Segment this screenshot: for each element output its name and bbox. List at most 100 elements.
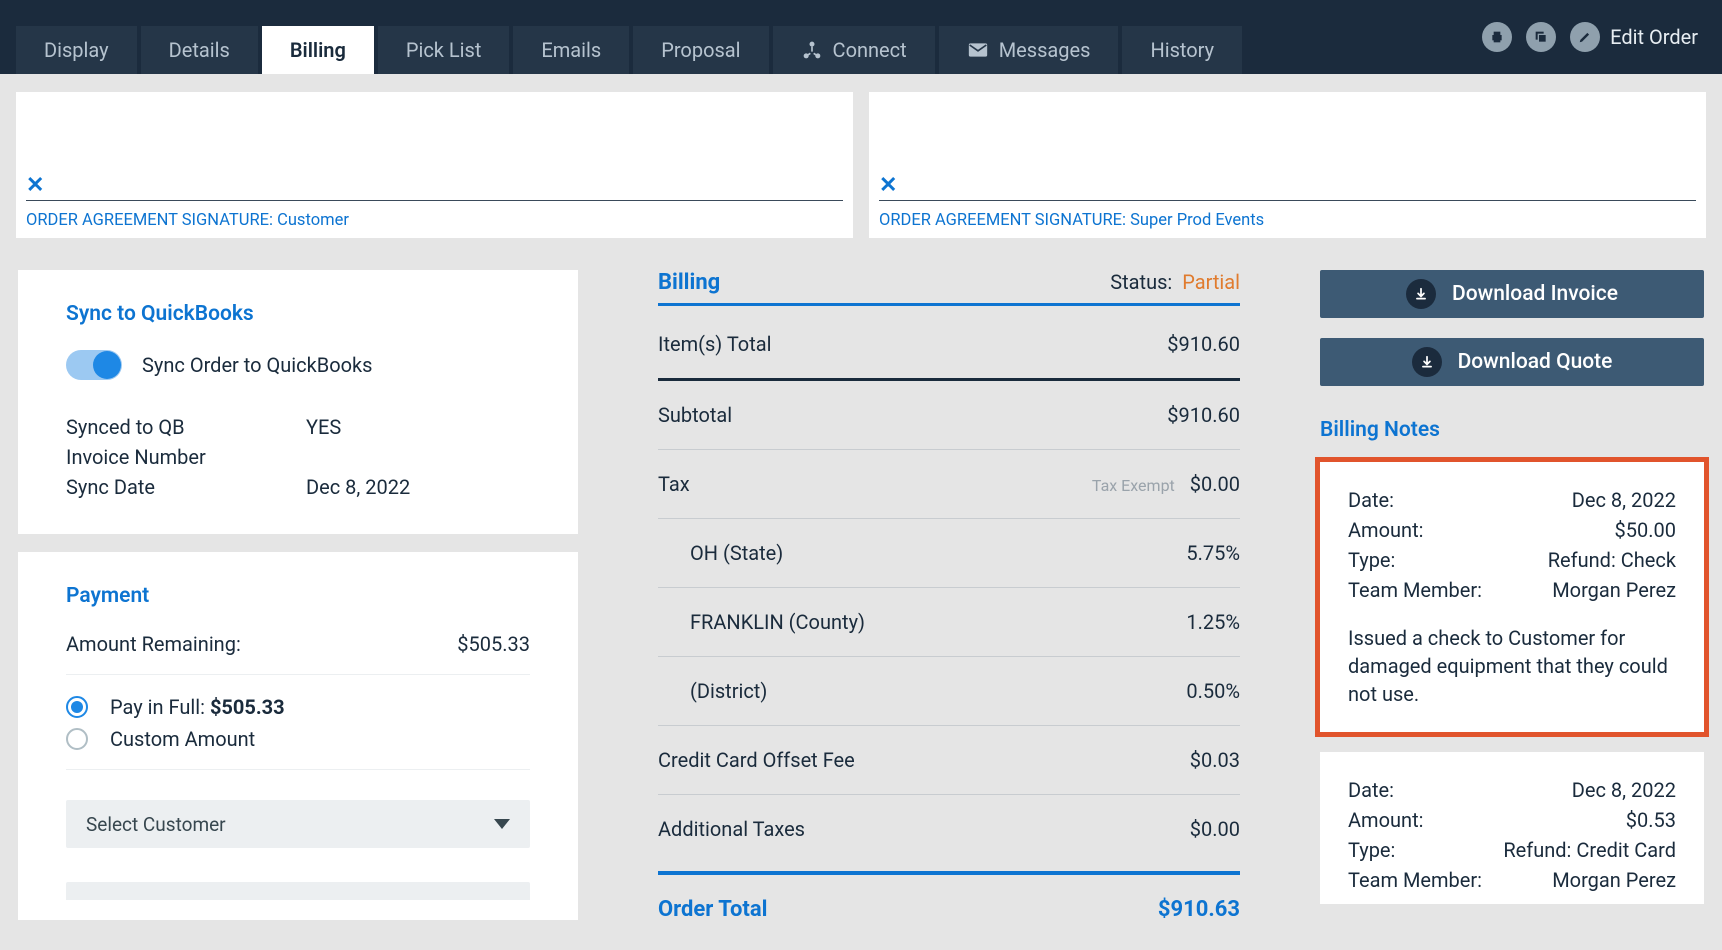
note-amount: $0.53 (1626, 806, 1676, 834)
tax-label: Tax (658, 472, 690, 496)
note-date: Dec 8, 2022 (1572, 486, 1676, 514)
note-teammember: Morgan Perez (1552, 866, 1676, 894)
sync-toggle[interactable] (66, 350, 122, 380)
pay-in-full-amount: $505.33 (210, 695, 285, 719)
tab-label: Messages (999, 38, 1091, 62)
left-column: Sync to QuickBooks Sync Order to QuickBo… (18, 270, 578, 922)
tax-oh-state-pct: 5.75% (1186, 541, 1240, 565)
invoice-number-label: Invoice Number (66, 442, 306, 472)
billing-notes-title: Billing Notes (1320, 418, 1704, 442)
billing-summary: Billing Status: Partial Item(s) Total $9… (658, 270, 1240, 922)
signature-x-icon: ✕ (879, 173, 897, 198)
tab-connect[interactable]: Connect (773, 26, 935, 74)
tax-franklin-pct: 1.25% (1186, 610, 1240, 634)
main-grid: Sync to QuickBooks Sync Order to QuickBo… (16, 270, 1706, 922)
tab-billing[interactable]: Billing (262, 26, 374, 74)
payment-title: Payment (66, 584, 530, 608)
note-type-label: Type: (1348, 546, 1395, 574)
sync-toggle-label: Sync Order to QuickBooks (142, 353, 373, 377)
download-invoice-button[interactable]: Download Invoice (1320, 270, 1704, 318)
tab-pick-list[interactable]: Pick List (378, 26, 510, 74)
status-value: Partial (1182, 270, 1240, 294)
download-icon (1412, 347, 1442, 377)
note-teammember: Morgan Perez (1552, 576, 1676, 604)
content: ✕ ORDER AGREEMENT SIGNATURE: Customer ✕ … (0, 74, 1722, 940)
cc-offset-label: Credit Card Offset Fee (658, 748, 855, 772)
tab-label: Display (44, 38, 109, 62)
synced-to-qb-label: Synced to QB (66, 412, 306, 442)
tax-district: (District) (690, 679, 767, 703)
edit-order-label: Edit Order (1610, 25, 1698, 49)
tab-history[interactable]: History (1122, 26, 1242, 74)
note-memo: Issued a check to Customer for damaged e… (1348, 624, 1676, 708)
synced-to-qb-value: YES (306, 412, 341, 442)
signature-customer: ✕ ORDER AGREEMENT SIGNATURE: Customer (16, 92, 853, 238)
messages-icon (967, 39, 989, 61)
tab-label: Details (169, 38, 230, 62)
tax-exempt-label: Tax Exempt (1092, 476, 1175, 495)
tax-value: Tax Exempt $0.00 (1092, 472, 1240, 496)
billing-note: Date: Dec 8, 2022 Amount: $0.53 Type: Refun… (1320, 752, 1704, 904)
download-invoice-label: Download Invoice (1452, 282, 1618, 306)
signature-x-icon: ✕ (26, 173, 44, 198)
signature-label: ORDER AGREEMENT SIGNATURE: Customer (26, 211, 843, 230)
quickbooks-title: Sync to QuickBooks (66, 302, 530, 326)
right-column: Download Invoice Download Quote Billing … (1320, 270, 1704, 922)
signature-row: ✕ ORDER AGREEMENT SIGNATURE: Customer ✕ … (16, 92, 1706, 238)
signature-label: ORDER AGREEMENT SIGNATURE: Super Prod Ev… (879, 211, 1696, 230)
tab-label: History (1150, 38, 1214, 62)
duplicate-button[interactable] (1526, 22, 1556, 52)
tab-label: Billing (290, 38, 346, 62)
next-field-peek (66, 882, 530, 900)
signature-company: ✕ ORDER AGREEMENT SIGNATURE: Super Prod … (869, 92, 1706, 238)
tab-proposal[interactable]: Proposal (633, 26, 768, 74)
download-quote-label: Download Quote (1458, 350, 1613, 374)
tax-oh-state: OH (State) (690, 541, 783, 565)
note-date: Dec 8, 2022 (1572, 776, 1676, 804)
pencil-icon (1578, 30, 1592, 44)
download-icon (1406, 279, 1436, 309)
tab-details[interactable]: Details (141, 26, 258, 74)
subtotal-label: Subtotal (658, 403, 732, 427)
note-amount: $50.00 (1615, 516, 1676, 544)
amount-remaining-value: $505.33 (457, 632, 530, 656)
tab-messages[interactable]: Messages (939, 26, 1119, 74)
additional-taxes-label: Additional Taxes (658, 817, 805, 841)
chevron-down-icon (494, 819, 510, 829)
tab-display[interactable]: Display (16, 26, 137, 74)
radio-icon (66, 728, 88, 750)
billing-note: Date:Dec 8, 2022 Amount:$50.00 Type:Refu… (1320, 462, 1704, 732)
print-button[interactable] (1482, 22, 1512, 52)
tab-emails[interactable]: Emails (513, 26, 629, 74)
top-actions: Edit Order (1482, 0, 1698, 74)
note-amount-label: Amount: (1348, 516, 1423, 544)
note-type-label: Type: (1348, 836, 1395, 864)
order-total-label: Order Total (658, 897, 767, 922)
quickbooks-card: Sync to QuickBooks Sync Order to QuickBo… (18, 270, 578, 534)
tab-label: Connect (833, 38, 907, 62)
amount-remaining-label: Amount Remaining: (66, 632, 241, 656)
billing-status: Status: Partial (1110, 270, 1240, 294)
cc-offset-value: $0.03 (1190, 748, 1240, 772)
note-date-label: Date: (1348, 486, 1394, 514)
custom-amount-option[interactable]: Custom Amount (66, 727, 530, 751)
tab-label: Proposal (661, 38, 740, 62)
note-date-label: Date: (1348, 776, 1394, 804)
signature-line[interactable]: ✕ (26, 200, 843, 201)
tax-district-pct: 0.50% (1186, 679, 1240, 703)
pay-in-full-option[interactable]: Pay in Full: $505.33 (66, 695, 530, 719)
edit-order-button[interactable]: Edit Order (1570, 22, 1698, 52)
select-customer-dropdown[interactable]: Select Customer (66, 800, 530, 848)
connect-icon (801, 39, 823, 61)
note-teammember-label: Team Member: (1348, 866, 1482, 894)
note-type: Refund: Credit Card (1503, 836, 1676, 864)
billing-title: Billing (658, 270, 720, 295)
note-amount-label: Amount: (1348, 806, 1423, 834)
subtotal-value: $910.60 (1167, 403, 1240, 427)
download-quote-button[interactable]: Download Quote (1320, 338, 1704, 386)
note-teammember-label: Team Member: (1348, 576, 1482, 604)
items-total-label: Item(s) Total (658, 332, 772, 356)
items-total-value: $910.60 (1167, 332, 1240, 356)
signature-line[interactable]: ✕ (879, 200, 1696, 201)
additional-taxes-value: $0.00 (1190, 817, 1240, 841)
